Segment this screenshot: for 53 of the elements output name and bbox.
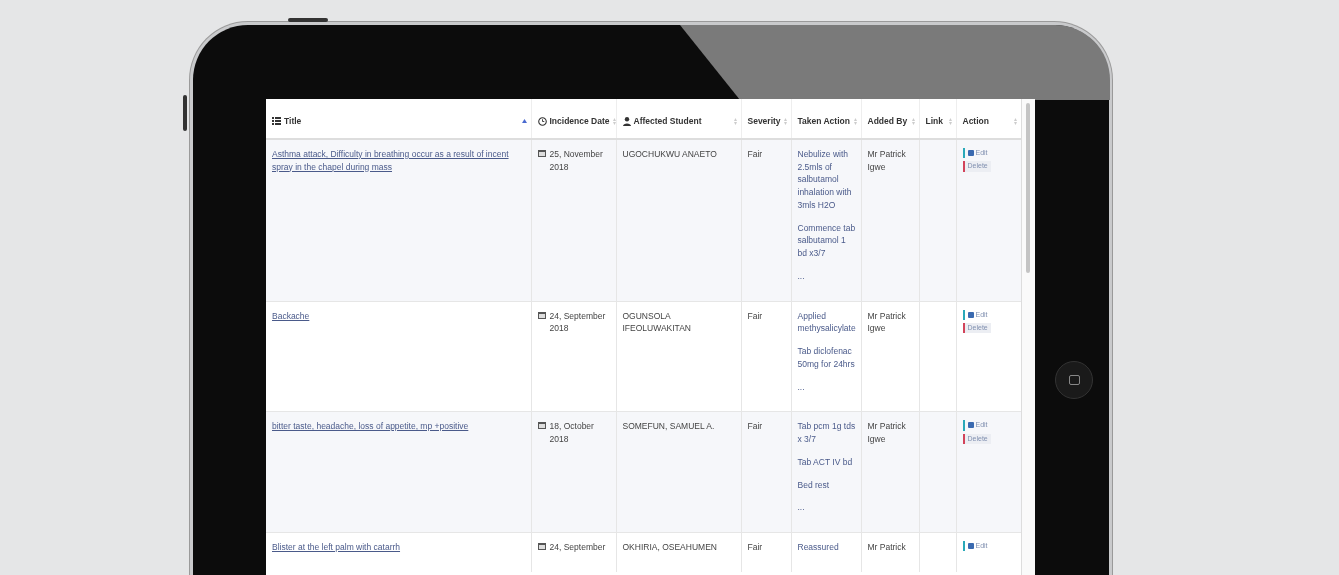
column-header[interactable]: Link	[925, 115, 943, 128]
action-text: ...	[797, 380, 806, 394]
action-text: Commence tab salbutamol 1 bd x3/7	[797, 221, 857, 260]
added-by-text: Mr Patrick Igwe	[867, 310, 906, 334]
incident-title-link[interactable]: Asthma attack, Difficulty in breathing occur as a result of incent spray in the chapel during mass	[272, 147, 527, 174]
home-button[interactable]	[1055, 361, 1093, 399]
clock-icon	[537, 116, 547, 126]
date-text: 24, September 2018	[549, 309, 607, 335]
severity-text: Fair	[747, 542, 763, 552]
action-text: Nebulize with 2.5mls of salbutamol inhalation with 3mls H2O	[797, 147, 853, 212]
edit-icon	[967, 149, 974, 156]
date-text: 18, October 2018	[549, 420, 595, 446]
severity-text: Fair	[747, 421, 763, 432]
column-header[interactable]: Title	[284, 115, 302, 128]
column-header[interactable]: Affected Student	[633, 115, 702, 128]
student-name: OKHIRIA, OSEAHUMEN	[622, 542, 717, 552]
action-text: Tab diclofenac 50mg for 24hrs	[797, 345, 856, 371]
action-text: ...	[797, 269, 806, 283]
list-icon	[272, 117, 281, 126]
added-by-text: Mr Patrick Igwe	[867, 148, 906, 172]
column-header[interactable]: Action	[962, 115, 989, 128]
edit-icon	[967, 311, 974, 318]
student-name: UGOCHUKWU ANAETO	[622, 148, 717, 159]
date-text: 25, November 2018	[549, 147, 604, 174]
incident-title-link[interactable]: Blister at the left palm with catarrh	[272, 541, 527, 554]
student-name: SOMEFUN, SAMUEL A.	[622, 421, 715, 432]
calendar-icon	[537, 421, 546, 430]
action-text: Bed rest	[797, 478, 831, 492]
scrollbar[interactable]	[1021, 99, 1035, 575]
action-text: ...	[797, 501, 806, 514]
incident-title-link[interactable]: bitter taste, headache, loss of appetite, mp +positive	[272, 420, 527, 433]
date-text: 24, September	[549, 541, 606, 554]
added-by-text: Mr Patrick Igwe	[867, 421, 906, 444]
column-header[interactable]: Incidence Date	[549, 115, 610, 128]
sort-icon[interactable]	[521, 119, 527, 124]
column-header[interactable]: Taken Action	[797, 115, 850, 128]
severity-text: Fair	[747, 310, 763, 321]
user-icon	[622, 116, 631, 126]
edit-icon	[967, 422, 974, 429]
action-text: Tab ACT IV bd	[797, 455, 854, 469]
calendar-icon	[537, 542, 546, 550]
student-name: OGUNSOLA IFEOLUWAKITAN	[622, 310, 691, 334]
column-header[interactable]: Added By	[867, 115, 908, 128]
action-text: Applied methysalicylate	[797, 309, 857, 335]
severity-text: Fair	[747, 148, 763, 159]
action-text: Tab pcm 1g tds x 3/7	[797, 420, 857, 446]
added-by-text: Mr Patrick	[867, 542, 906, 552]
edit-icon	[967, 543, 974, 549]
action-text: Reassured	[797, 541, 840, 554]
calendar-icon	[537, 310, 546, 319]
calendar-icon	[537, 148, 546, 157]
column-header[interactable]: Severity	[747, 115, 781, 128]
incident-title-link[interactable]: Backache	[272, 309, 527, 323]
